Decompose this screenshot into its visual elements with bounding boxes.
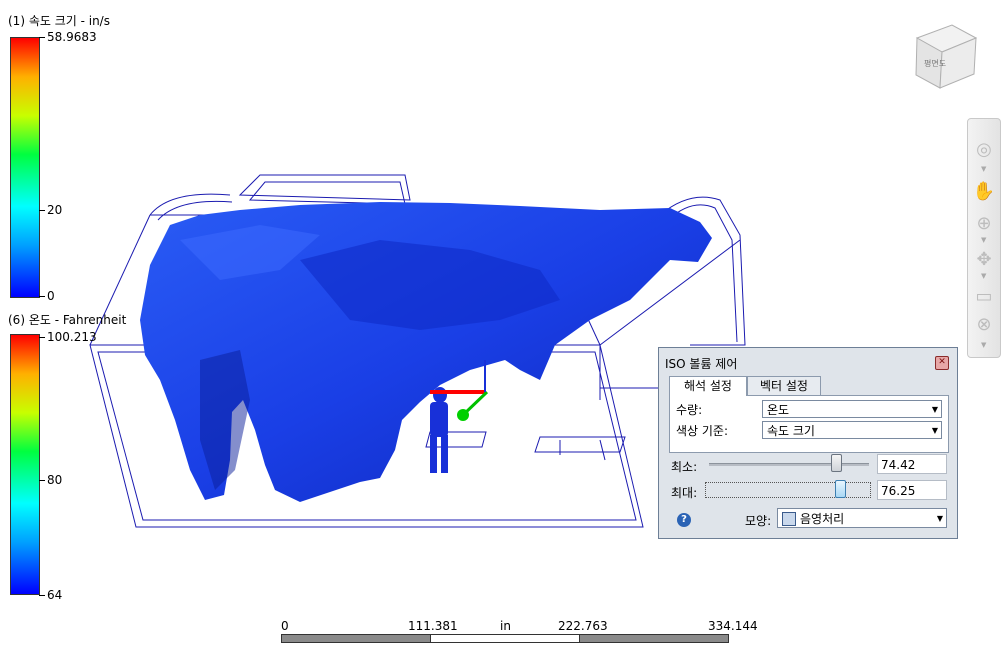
color-basis-value: 속도 크기	[767, 424, 815, 438]
temperature-legend-min: 64	[38, 588, 63, 602]
analysis-settings-panel: 수량: 온도 ▼ 색상 기준: 속도 크기 ▼	[669, 395, 949, 453]
navigation-bar: ◎ ▼ ✋ ⊕ ▼ ✥ ▼ ▭ ⊗ ▼	[967, 118, 1001, 358]
shaded-icon	[782, 512, 796, 526]
chevron-down-icon: ▼	[931, 426, 938, 435]
temperature-color-bar	[10, 334, 40, 595]
view-cube-icon[interactable]: 평면도	[912, 20, 982, 92]
chevron-down-icon: ▼	[936, 514, 943, 523]
max-value-field[interactable]: 76.25	[877, 480, 947, 500]
scale-label-0: 0	[281, 619, 289, 633]
max-slider-thumb[interactable]	[835, 480, 846, 498]
view-cube-face-label: 평면도	[924, 59, 947, 68]
tab-vector-settings[interactable]: 벡터 설정	[747, 376, 821, 395]
shape-value: 음영처리	[800, 512, 845, 526]
steering-wheel-icon[interactable]: ◎	[971, 137, 997, 163]
min-value-field[interactable]: 74.42	[877, 454, 947, 474]
velocity-color-bar	[10, 37, 40, 298]
temperature-legend-max: 100.213	[39, 330, 97, 344]
tab-analysis-settings[interactable]: 해석 설정	[669, 376, 747, 396]
temperature-legend-mid: 80	[38, 473, 63, 487]
quantity-value: 온도	[767, 403, 790, 417]
max-slider[interactable]	[705, 482, 871, 498]
max-label: 최대:	[671, 486, 698, 500]
scale-bar-segment-3	[579, 634, 729, 643]
scale-bar-segment-2	[430, 634, 580, 643]
iso-volume-dialog: ISO 볼륨 제어 ✕ 해석 설정 벡터 설정 수량: 온도 ▼ 색상 기준: …	[658, 347, 958, 539]
velocity-legend-title: (1) 속도 크기 - in/s	[8, 14, 110, 28]
min-slider-thumb[interactable]	[831, 454, 842, 472]
close-icon[interactable]: ✕	[935, 356, 949, 370]
quantity-label: 수량:	[676, 403, 703, 417]
chevron-down-icon: ▼	[981, 165, 987, 173]
3d-viewport[interactable]	[0, 0, 1001, 668]
dialog-title: ISO 볼륨 제어	[665, 357, 738, 371]
pan-hand-icon[interactable]: ✋	[971, 179, 997, 205]
temperature-legend-title: (6) 온도 - Fahrenheit	[8, 313, 127, 327]
person-model	[430, 387, 448, 473]
chevron-down-icon: ▼	[981, 272, 987, 280]
color-basis-label: 색상 기준:	[676, 424, 729, 438]
chevron-down-icon: ▼	[981, 236, 987, 244]
help-icon[interactable]: ?	[677, 513, 691, 527]
scale-label-2: 222.763	[558, 619, 608, 633]
scale-unit: in	[500, 619, 511, 633]
min-label: 최소:	[671, 460, 698, 474]
shape-label: 모양:	[745, 514, 772, 528]
color-basis-select[interactable]: 속도 크기 ▼	[762, 421, 942, 439]
rewind-icon[interactable]: ⊗	[971, 312, 997, 338]
look-icon[interactable]: ▭	[971, 284, 997, 310]
velocity-legend-mid: 20	[38, 203, 63, 217]
chevron-down-icon: ▼	[931, 405, 938, 414]
velocity-legend-min: 0	[39, 289, 55, 303]
orbit-icon[interactable]: ✥	[971, 247, 997, 273]
velocity-legend-max: 58.9683	[39, 30, 97, 44]
min-slider[interactable]	[709, 463, 869, 466]
zoom-icon[interactable]: ⊕	[971, 211, 997, 237]
quantity-select[interactable]: 온도 ▼	[762, 400, 942, 418]
scale-label-3: 334.144	[708, 619, 758, 633]
scale-bar-segment-1	[281, 634, 431, 643]
scale-label-1: 111.381	[408, 619, 458, 633]
chevron-down-icon: ▼	[981, 341, 987, 349]
shape-select[interactable]: 음영처리 ▼	[777, 508, 947, 528]
